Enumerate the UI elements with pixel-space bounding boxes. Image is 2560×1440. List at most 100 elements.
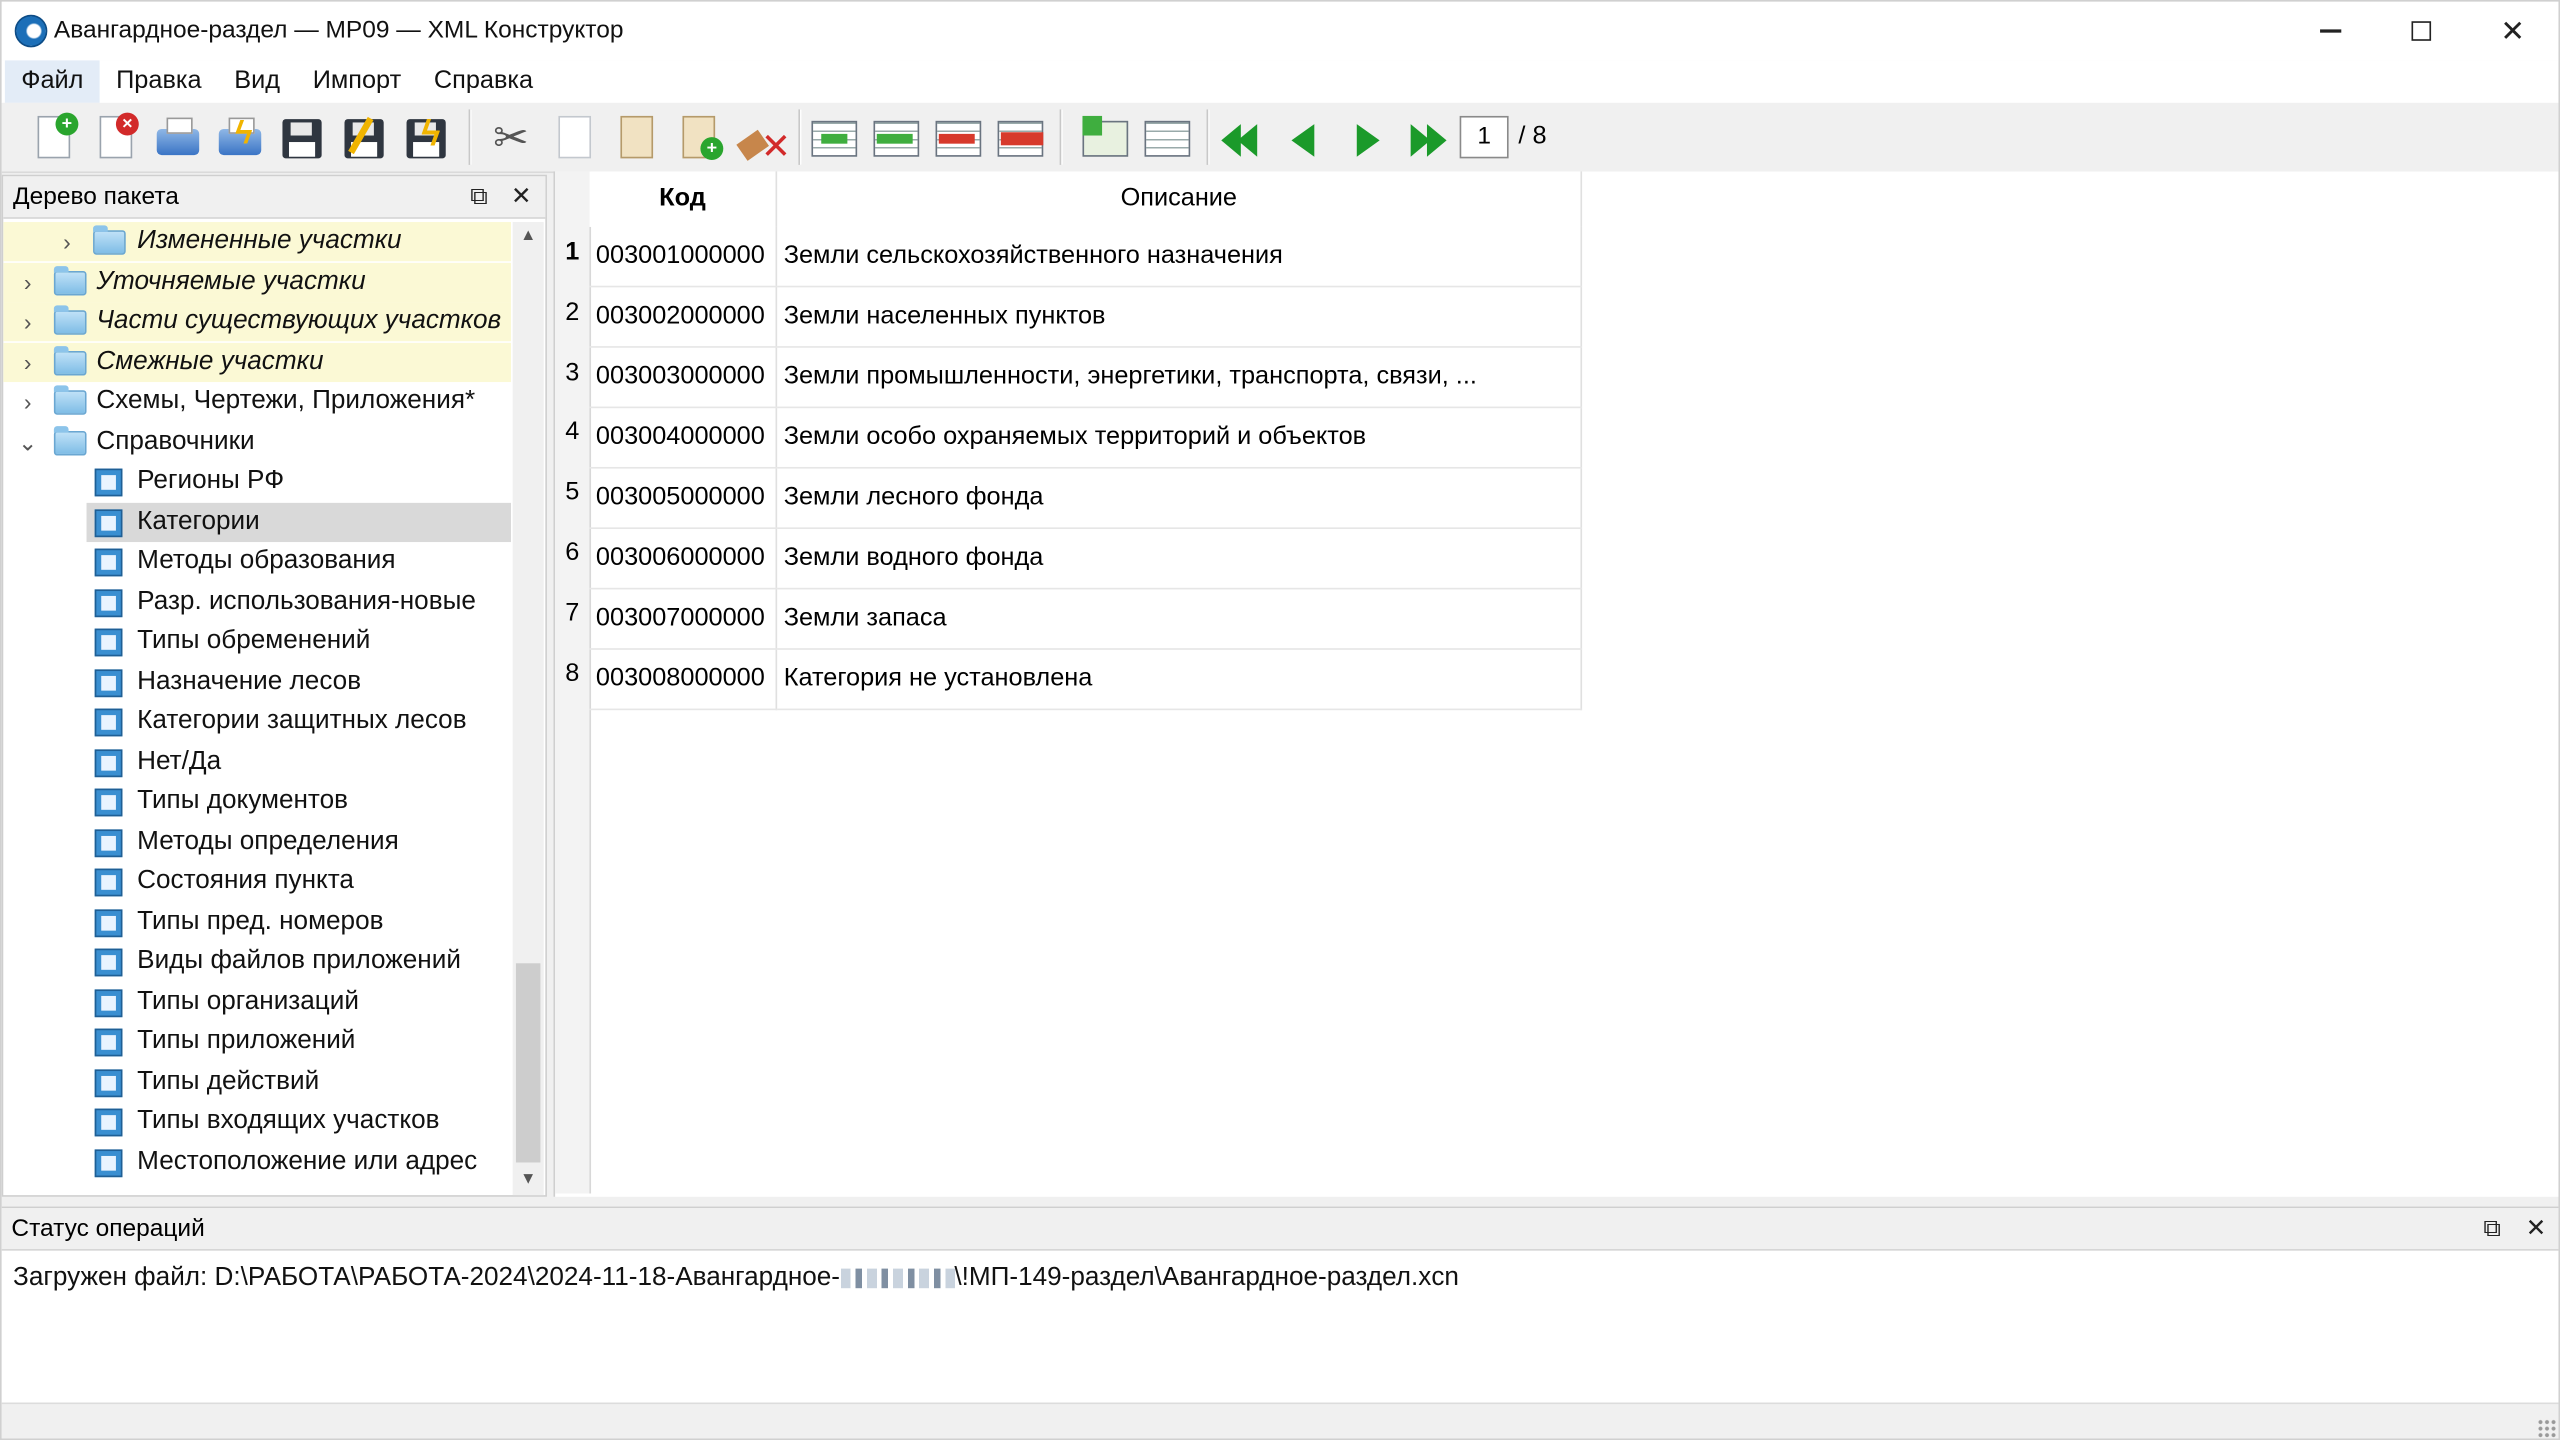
table-row[interactable]: 003004000000 Земли особо охраняемых терри… — [589, 407, 1583, 469]
save-button[interactable] — [276, 113, 328, 165]
row-number[interactable]: 4 — [555, 404, 589, 463]
code-cell[interactable]: 003006000000 — [589, 528, 778, 590]
close-status-pane-icon[interactable]: ✕ — [2526, 1208, 2547, 1250]
code-cell[interactable]: 003001000000 — [589, 226, 778, 288]
next-page-button[interactable] — [1340, 113, 1392, 165]
tree-item[interactable]: Типы входящих участков — [3, 1102, 511, 1141]
description-cell[interactable]: Земли сельскохозяйственного назначения — [776, 226, 1583, 288]
row-number[interactable]: 6 — [555, 524, 589, 583]
resize-grip-icon[interactable] — [2537, 1418, 2557, 1439]
tree-item[interactable]: Типы обременений — [3, 622, 511, 661]
tree-item[interactable]: Типы приложений — [3, 1022, 511, 1061]
table-row[interactable]: 003001000000 Земли сельскохозяйственного … — [589, 226, 1583, 288]
description-cell[interactable]: Земли промышленности, энергетики, трансп… — [776, 346, 1583, 409]
expand-chevron-icon[interactable]: › — [15, 342, 41, 381]
tree-item[interactable]: › Уточняемые участки — [3, 262, 512, 302]
tree-item[interactable]: Категории защитных лесов — [3, 702, 511, 741]
description-cell[interactable]: Земли лесного фонда — [776, 467, 1583, 529]
maximize-button[interactable] — [2376, 2, 2467, 61]
tree-item[interactable]: Типы действий — [3, 1062, 511, 1101]
column-header-code[interactable]: Код — [589, 171, 778, 227]
tree-item[interactable]: Назначение лесов — [3, 662, 511, 701]
scroll-down-icon[interactable]: ▼ — [513, 1166, 544, 1195]
tree-item[interactable]: Методы определения — [3, 822, 511, 861]
save-validate-button[interactable]: ϟ — [400, 113, 452, 165]
tree-item[interactable]: Типы организаций — [3, 982, 511, 1021]
row-number[interactable]: 5 — [555, 464, 589, 523]
scroll-up-icon[interactable]: ▲ — [513, 222, 544, 251]
prev-page-button[interactable] — [1278, 113, 1330, 165]
tree-item[interactable]: Регионы РФ — [3, 462, 511, 501]
tree-item[interactable]: Разр. использования-новые — [3, 582, 511, 621]
close-pane-icon[interactable]: ✕ — [511, 176, 532, 218]
close-button[interactable]: ✕ — [2467, 2, 2558, 61]
print-button[interactable] — [152, 113, 204, 165]
menu-help[interactable]: Справка — [418, 60, 550, 102]
page-number-input[interactable]: 1 — [1459, 115, 1509, 159]
tree-item[interactable]: Виды файлов приложений — [3, 942, 511, 981]
table-row[interactable]: 003006000000 Земли водного фонда — [589, 528, 1583, 590]
tree-item[interactable]: › Схемы, Чертежи, Приложения* — [3, 382, 511, 421]
description-cell[interactable]: Земли населенных пунктов — [776, 286, 1583, 348]
row-number[interactable]: 7 — [555, 584, 589, 643]
tree-item[interactable]: › Измененные участки — [3, 222, 512, 262]
description-cell[interactable]: Земли запаса — [776, 588, 1583, 650]
menu-view[interactable]: Вид — [218, 60, 296, 102]
paste-button[interactable] — [611, 113, 663, 165]
code-cell[interactable]: 003008000000 — [589, 648, 778, 711]
tree-scrollbar[interactable]: ▲ ▼ — [512, 222, 544, 1196]
tree-item[interactable]: Нет/Да — [3, 742, 511, 781]
menu-file[interactable]: Файл — [4, 60, 100, 103]
menu-edit[interactable]: Правка — [100, 60, 218, 102]
delete-document-button[interactable]: × — [90, 112, 142, 165]
insert-row-button[interactable] — [870, 113, 922, 165]
cut-button[interactable]: ✂ — [487, 113, 539, 165]
table-row[interactable]: 003003000000 Земли промышленности, энерге… — [589, 346, 1583, 409]
scroll-thumb[interactable] — [515, 963, 541, 1163]
expand-chevron-icon[interactable]: › — [15, 262, 41, 301]
code-cell[interactable]: 003005000000 — [589, 467, 778, 529]
clear-button[interactable]: ✕ — [735, 113, 791, 167]
minimize-button[interactable] — [2284, 2, 2375, 61]
print-quick-button[interactable]: ϟ — [214, 113, 266, 165]
description-cell[interactable]: Категория не установлена — [776, 648, 1583, 711]
expand-chevron-icon[interactable]: › — [15, 302, 41, 341]
expand-chevron-icon[interactable]: › — [15, 382, 41, 421]
tree-item[interactable]: Категории — [3, 502, 512, 542]
collapse-chevron-icon[interactable]: ⌄ — [15, 422, 41, 461]
row-number[interactable]: 3 — [555, 344, 589, 403]
first-page-button[interactable] — [1216, 113, 1268, 165]
remove-row-button[interactable] — [994, 113, 1046, 165]
delete-row-button[interactable] — [932, 113, 984, 165]
table-row[interactable]: 003002000000 Земли населенных пунктов — [589, 286, 1583, 348]
row-number[interactable]: 1 — [555, 224, 589, 283]
description-cell[interactable]: Земли водного фонда — [776, 528, 1583, 590]
table-row[interactable]: 003007000000 Земли запаса — [589, 588, 1583, 650]
description-cell[interactable]: Земли особо охраняемых территорий и объе… — [776, 407, 1583, 469]
tree-item[interactable]: › Смежные участки — [3, 342, 512, 382]
tree-item[interactable]: Состояния пункта — [3, 862, 511, 901]
expand-chevron-icon[interactable]: › — [54, 222, 80, 261]
table-row[interactable]: 003008000000 Категория не установлена — [589, 648, 1583, 711]
add-row-button[interactable] — [808, 113, 860, 165]
tree-item[interactable]: › Части существующих участков — [3, 302, 512, 342]
last-page-button[interactable] — [1402, 113, 1454, 165]
float-status-pane-icon[interactable]: ⧉ — [2483, 1208, 2501, 1250]
table-row[interactable]: 003005000000 Земли лесного фонда — [589, 467, 1583, 529]
code-cell[interactable]: 003004000000 — [589, 407, 778, 469]
table-view-button[interactable] — [1141, 113, 1193, 165]
code-cell[interactable]: 003002000000 — [589, 286, 778, 348]
code-cell[interactable]: 003003000000 — [589, 346, 778, 409]
tree-item[interactable]: Типы документов — [3, 782, 511, 821]
tree-item[interactable]: Типы пред. номеров — [3, 902, 511, 941]
copy-button[interactable] — [549, 113, 601, 165]
column-header-description[interactable]: Описание — [776, 171, 1583, 227]
tree-item[interactable]: Методы образования — [3, 542, 511, 581]
tree-item[interactable]: Местоположение или адрес — [3, 1142, 511, 1181]
save-as-button[interactable] — [338, 113, 390, 165]
import-table-button[interactable] — [1079, 113, 1131, 165]
menu-import[interactable]: Импорт — [296, 60, 417, 102]
row-number[interactable]: 2 — [555, 284, 589, 343]
paste-new-button[interactable]: + — [673, 113, 725, 165]
float-pane-icon[interactable]: ⧉ — [470, 176, 488, 218]
